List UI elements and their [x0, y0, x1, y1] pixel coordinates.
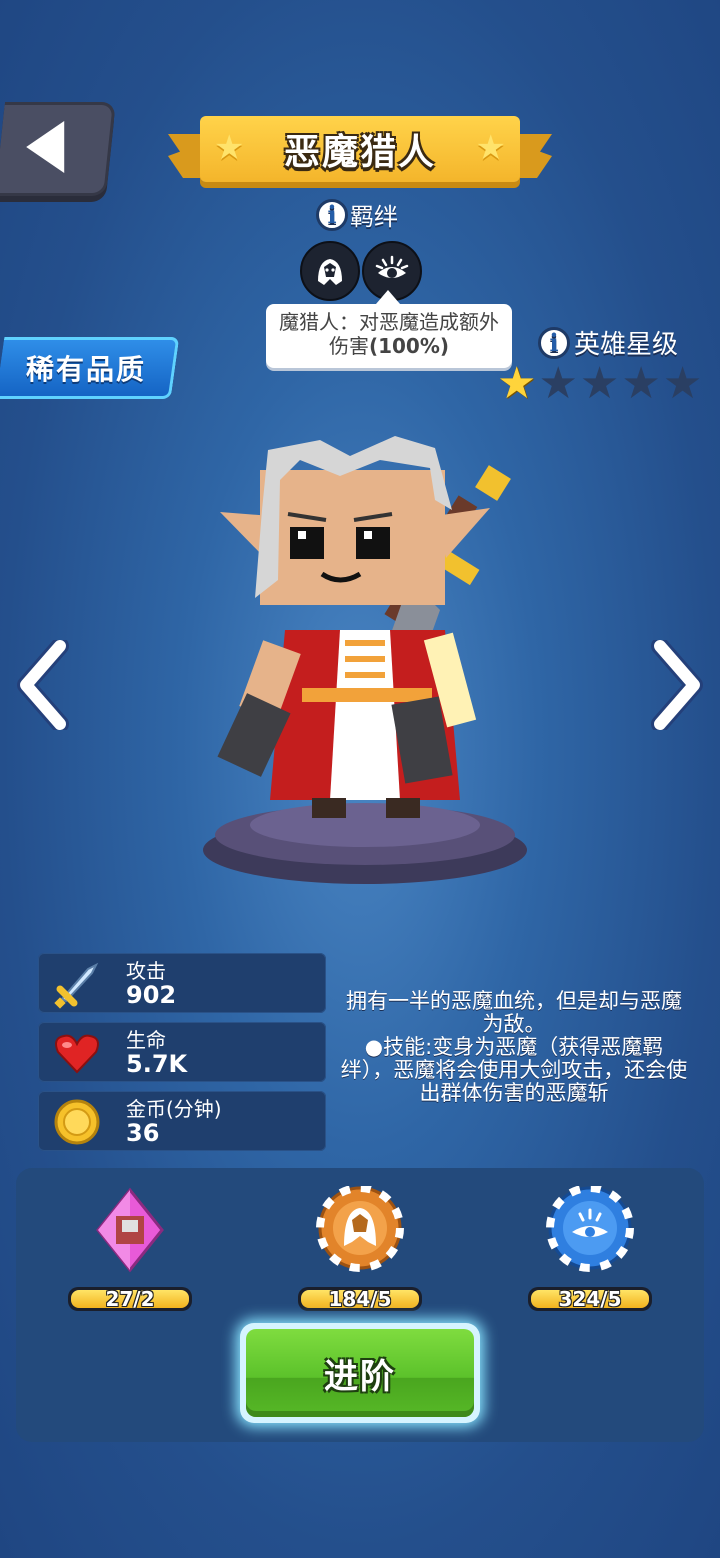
banner-star-icon: ★	[214, 128, 245, 168]
bond-hunter-icon[interactable]	[300, 241, 360, 301]
star-empty-icon: ★	[662, 358, 703, 409]
stat-value: 902	[126, 981, 177, 1009]
advance-button[interactable]: 进阶	[240, 1323, 480, 1423]
stat-value: 5.7K	[126, 1050, 188, 1078]
stat-label: 生命	[126, 1028, 166, 1052]
title-banner: ★ 恶魔猎人 ★	[168, 112, 552, 192]
star-empty-icon: ★	[538, 358, 578, 409]
hunter-face-icon	[318, 259, 342, 285]
hero-shard-count: 27/2	[71, 1289, 189, 1309]
stat-health: 生命 5.7K	[38, 1022, 326, 1082]
chevron-right-icon	[651, 637, 703, 733]
hero-description: 拥有一半的恶魔血统，但是却与恶魔为敌。 ●技能:变身为恶魔（获得恶魔羁绊），恶魔…	[340, 990, 688, 1105]
stat-attack: 攻击 902	[38, 953, 326, 1013]
gold-coin-icon	[54, 1099, 100, 1145]
chevron-left-icon	[17, 637, 69, 733]
stat-gold-per-minute: 金币(分钟) 36	[38, 1091, 326, 1151]
rarity-badge: 稀有品质	[0, 337, 180, 399]
description-lore: 拥有一半的恶魔血统，但是却与恶魔为敌。	[346, 989, 682, 1036]
blue-bond-token-count: 324/5	[531, 1289, 649, 1309]
info-icon: i	[316, 198, 348, 231]
rarity-label: 稀有品质	[25, 353, 146, 386]
stat-value: 36	[126, 1119, 160, 1147]
hero-model	[190, 430, 540, 890]
previous-hero-button[interactable]	[16, 637, 70, 733]
star-filled-icon: ★	[497, 358, 537, 409]
star-rating: ★ ★ ★ ★ ★	[497, 362, 702, 406]
tooltip-value: (100%)	[368, 334, 450, 358]
description-skill: ●技能:变身为恶魔（获得恶魔羁绊），恶魔将会使用大剑攻击，还会使出群体伤害的恶魔…	[340, 1035, 688, 1105]
orange-bond-token-count-bar: 184/5	[298, 1287, 422, 1311]
banner-star-icon: ★	[475, 128, 506, 168]
star-empty-icon: ★	[579, 358, 620, 409]
back-button[interactable]	[0, 102, 116, 196]
sword-icon	[54, 962, 99, 1009]
stat-label: 攻击	[126, 959, 166, 983]
back-arrow-icon	[26, 121, 65, 173]
stat-label: 金币(分钟)	[126, 1097, 222, 1121]
advance-button-label: 进阶	[246, 1329, 474, 1417]
star-level-label: 英雄星级	[574, 330, 679, 360]
blue-bond-token-count-bar: 324/5	[528, 1287, 652, 1311]
star-level-info-button[interactable]: i 英雄星级	[538, 324, 678, 361]
bond-label: 羁绊	[350, 203, 398, 231]
orange-bond-token-count: 184/5	[301, 1289, 419, 1309]
banner-plate: ★ 恶魔猎人 ★	[200, 116, 520, 182]
heart-icon	[55, 1034, 99, 1074]
info-icon: i	[538, 326, 570, 359]
star-empty-icon: ★	[621, 358, 661, 409]
hero-name-title: 恶魔猎人	[283, 132, 436, 173]
demon-eye-icon	[375, 255, 409, 278]
demon-hunter-character-image	[203, 436, 527, 884]
bond-info-button[interactable]: i 羁绊	[316, 197, 398, 232]
hero-shard-count-bar: 27/2	[68, 1287, 192, 1311]
next-hero-button[interactable]	[650, 637, 704, 733]
bond-tooltip: 魔猎人：对恶魔造成额外伤害(100%)	[266, 290, 512, 368]
